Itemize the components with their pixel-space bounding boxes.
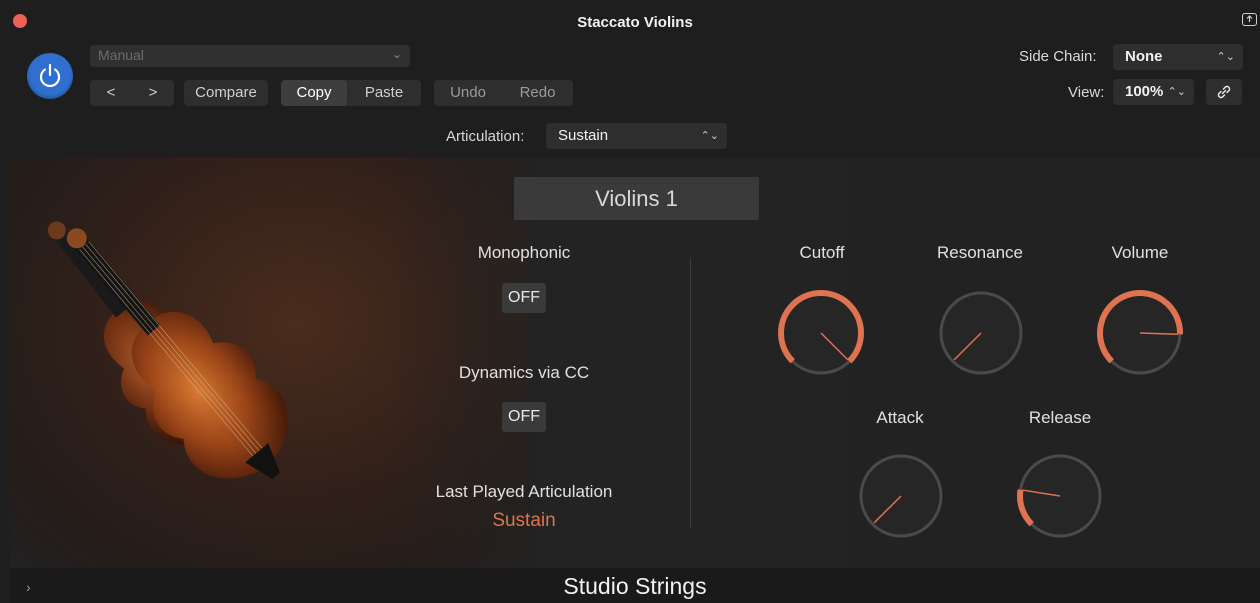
articulation-label: Articulation:	[446, 128, 525, 145]
plugin-window: Staccato Violins Manual ⌄ < > Compare Co…	[10, 10, 1260, 603]
undo-button[interactable]: Undo	[434, 80, 502, 106]
footer-bar: › Studio Strings	[10, 568, 1260, 603]
redo-button[interactable]: Redo	[502, 80, 573, 106]
preset-nav: < >	[90, 80, 174, 106]
cutoff-label: Cutoff	[799, 243, 845, 262]
instrument-panel: Violins 1 Monophonic OFF Dynamics via CC…	[10, 158, 1260, 568]
last-played-articulation-label: Last Played Articulation	[435, 482, 613, 501]
link-button[interactable]	[1206, 79, 1242, 105]
attack-label: Attack	[876, 408, 924, 427]
articulation-select[interactable]: Sustain ⌃⌄	[546, 123, 727, 149]
instrument-name-field[interactable]: Violins 1	[514, 177, 759, 220]
chevron-down-icon: ⌄	[391, 47, 402, 61]
copy-button[interactable]: Copy	[281, 80, 347, 106]
previous-preset-button[interactable]: <	[90, 80, 132, 106]
monophonic-label: Monophonic	[477, 243, 571, 262]
resonance-knob[interactable]	[931, 283, 1031, 383]
resonance-label: Resonance	[936, 243, 1023, 262]
violins-image	[47, 221, 288, 479]
view-select[interactable]: 100% ⌃⌄	[1113, 79, 1194, 105]
paste-button[interactable]: Paste	[347, 80, 421, 106]
updown-icon: ⌃⌄	[1167, 86, 1186, 98]
articulation-value: Sustain	[558, 127, 609, 144]
link-icon	[1217, 85, 1231, 99]
release-label: Release	[1028, 408, 1092, 427]
expand-icon[interactable]	[1242, 13, 1257, 26]
undo-redo-group: Undo Redo	[434, 80, 573, 106]
plugin-header: Staccato Violins Manual ⌄ < > Compare Co…	[10, 10, 1260, 158]
volume-knob[interactable]	[1090, 283, 1190, 383]
attack-knob[interactable]	[851, 446, 951, 546]
section-divider	[690, 258, 691, 528]
preset-menu[interactable]: Manual ⌄	[90, 45, 410, 67]
dynamics-via-cc-toggle[interactable]: OFF	[502, 402, 546, 432]
compare-button[interactable]: Compare	[184, 80, 268, 106]
volume-label: Volume	[1111, 243, 1169, 262]
next-preset-button[interactable]: >	[132, 80, 174, 106]
view-label: View:	[1068, 84, 1105, 101]
preset-value: Manual	[98, 47, 144, 63]
copy-paste-group: Copy Paste	[281, 80, 421, 106]
updown-icon: ⌃⌄	[700, 130, 719, 142]
cutoff-knob[interactable]	[771, 283, 871, 383]
view-value: 100%	[1125, 83, 1164, 100]
dynamics-via-cc-label: Dynamics via CC	[458, 363, 590, 382]
side-chain-select[interactable]: None ⌃⌄	[1113, 44, 1243, 70]
updown-icon: ⌃⌄	[1216, 51, 1235, 63]
power-button[interactable]	[27, 53, 73, 99]
side-chain-label: Side Chain:	[1019, 48, 1097, 65]
side-chain-value: None	[1125, 48, 1163, 65]
last-played-articulation-value: Sustain	[492, 510, 556, 531]
release-knob[interactable]	[1010, 446, 1110, 546]
power-icon	[39, 63, 61, 88]
monophonic-toggle[interactable]: OFF	[502, 283, 546, 313]
footer-title: Studio Strings	[563, 573, 707, 599]
window-title: Staccato Violins	[577, 14, 693, 31]
